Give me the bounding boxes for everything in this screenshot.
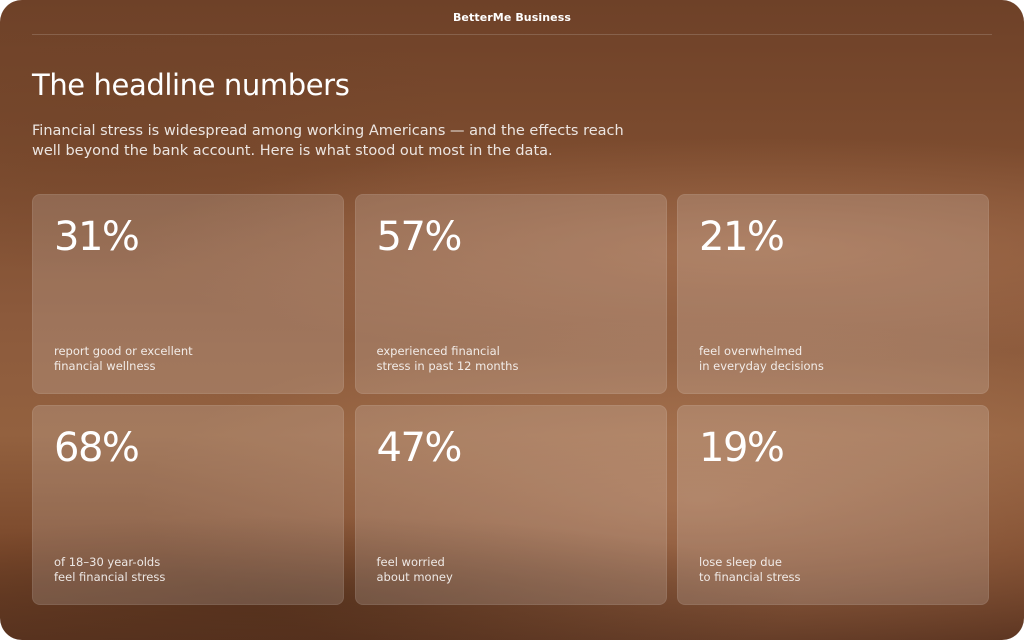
stat-value: 68% bbox=[54, 425, 140, 471]
intro-text: Financial stress is widespread among wor… bbox=[32, 123, 624, 159]
stat-card-lose-sleep: 19% lose sleep due to financial stress bbox=[677, 405, 989, 605]
stat-description-line: feel worried bbox=[376, 555, 445, 569]
stat-description-line: in everyday decisions bbox=[699, 359, 824, 373]
stat-description-line: financial wellness bbox=[54, 359, 156, 373]
stat-value: 21% bbox=[699, 214, 785, 260]
stat-description: experienced financial stress in past 12 … bbox=[377, 344, 597, 374]
top-bar: BetterMe Business bbox=[32, 0, 992, 35]
stat-value: 19% bbox=[699, 425, 785, 471]
stat-description-line: stress in past 12 months bbox=[376, 359, 519, 373]
stat-description-line: report good or excellent bbox=[54, 344, 193, 358]
stat-card-young-adults: 68% of 18–30 year-olds feel financial st… bbox=[32, 405, 344, 605]
stats-grid: 31% report good or excellent financial w… bbox=[32, 194, 989, 605]
stat-card-financial-stress: 57% experienced financial stress in past… bbox=[354, 194, 667, 394]
page-frame: BetterMe Business The headline numbers F… bbox=[0, 0, 1024, 640]
stat-value: 31% bbox=[54, 214, 140, 260]
stat-description-line: to financial stress bbox=[699, 570, 801, 584]
stat-card-overwhelmed: 21% feel overwhelmed in everyday decisio… bbox=[677, 194, 989, 394]
stat-card-worried: 47% feel worried about money bbox=[354, 405, 667, 605]
stat-description: lose sleep due to financial stress bbox=[699, 555, 919, 585]
stat-description-line: experienced financial bbox=[376, 344, 500, 358]
stat-description: feel overwhelmed in everyday decisions bbox=[699, 344, 919, 374]
stat-value: 57% bbox=[376, 214, 463, 260]
stat-description: report good or excellent financial welln… bbox=[54, 344, 274, 374]
stat-value: 47% bbox=[376, 425, 463, 471]
stat-card-financial-wellness: 31% report good or excellent financial w… bbox=[32, 194, 344, 394]
stat-description-line: lose sleep due bbox=[699, 555, 782, 569]
stat-description-line: of 18–30 year-olds bbox=[54, 555, 161, 569]
stat-description-line: feel financial stress bbox=[54, 570, 166, 584]
brand-name[interactable]: BetterMe Business bbox=[453, 11, 571, 24]
stat-description-line: feel overwhelmed bbox=[699, 344, 803, 358]
page-title: The headline numbers bbox=[32, 68, 350, 102]
stat-description: of 18–30 year-olds feel financial stress bbox=[54, 555, 274, 585]
stat-description-line: about money bbox=[376, 570, 453, 584]
stat-description: feel worried about money bbox=[377, 555, 597, 585]
